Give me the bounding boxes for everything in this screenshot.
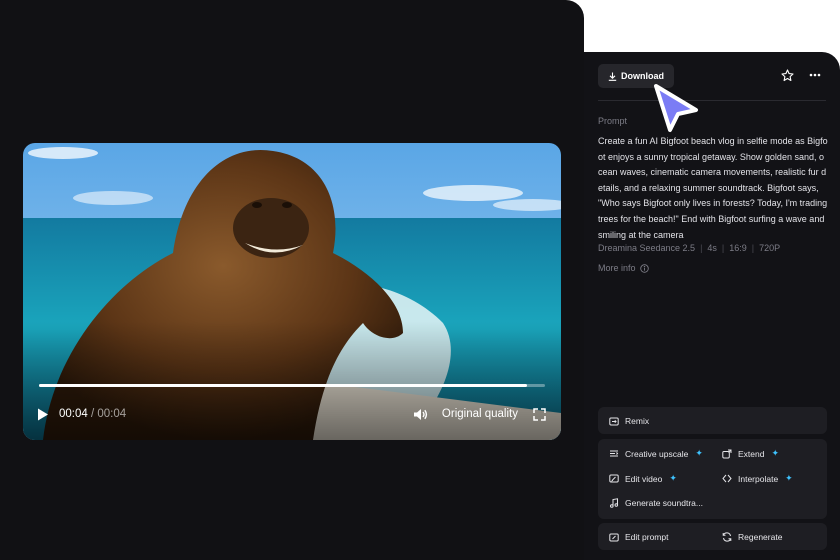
more-options-icon[interactable] bbox=[808, 68, 822, 82]
remix-icon bbox=[609, 417, 619, 425]
upscale-icon bbox=[610, 450, 619, 457]
edit-prompt-label: Edit prompt bbox=[625, 532, 669, 542]
sparkle-icon: ✦ bbox=[695, 448, 703, 458]
more-info-link[interactable]: More info bbox=[598, 263, 649, 273]
extend-icon bbox=[722, 449, 732, 458]
regenerate-button[interactable]: Regenerate bbox=[722, 532, 782, 542]
video-frame bbox=[23, 143, 561, 440]
edit-prompt-icon bbox=[609, 533, 619, 541]
header-divider bbox=[598, 100, 826, 101]
regenerate-label: Regenerate bbox=[738, 532, 783, 542]
generate-soundtrack-button[interactable]: Generate soundtra... bbox=[609, 498, 703, 508]
meta-divider: | bbox=[721, 243, 725, 253]
model-name: Dreamina Seedance 2.5 bbox=[598, 243, 696, 253]
edit-prompt-button[interactable]: Edit prompt bbox=[609, 532, 668, 542]
creative-upscale-label: Creative upscale bbox=[625, 448, 689, 459]
resolution: 720P bbox=[759, 243, 781, 253]
sparkle-icon: ✦ bbox=[785, 473, 793, 483]
interpolate-label: Interpolate bbox=[738, 473, 779, 484]
aspect-ratio: 16:9 bbox=[729, 243, 747, 253]
pointer-cursor-icon bbox=[654, 84, 698, 132]
video-panel: 00:04 / 00:04 Original quality bbox=[0, 0, 584, 560]
interpolate-button[interactable]: Interpolate ✦ bbox=[722, 473, 793, 484]
more-info-label: More info bbox=[598, 263, 636, 273]
progress-fill bbox=[39, 384, 528, 387]
creative-upscale-button[interactable]: Creative upscale ✦ bbox=[609, 448, 703, 459]
star-icon[interactable] bbox=[780, 68, 794, 82]
time-separator: / bbox=[90, 408, 95, 420]
remix-button[interactable]: Remix bbox=[609, 416, 649, 426]
time-display: 00:04 / 00:04 bbox=[59, 408, 126, 420]
edit-video-icon bbox=[609, 474, 619, 483]
extend-label: Extend bbox=[738, 448, 765, 459]
sparkle-icon: ✦ bbox=[771, 448, 780, 458]
edit-video-button[interactable]: Edit video ✦ bbox=[609, 473, 677, 484]
meta-divider: | bbox=[700, 243, 703, 253]
generate-soundtrack-label: Generate soundtra... bbox=[625, 498, 703, 508]
sparkle-icon: ✦ bbox=[669, 473, 677, 483]
duration: 4s bbox=[707, 243, 717, 253]
meta-divider: | bbox=[751, 243, 755, 253]
tools-card: Creative upscale ✦ Extend ✦ Edit video ✦… bbox=[598, 439, 827, 519]
remix-card: Remix bbox=[598, 407, 827, 434]
edit-video-label: Edit video bbox=[625, 473, 663, 484]
download-icon bbox=[608, 72, 617, 81]
extend-button[interactable]: Extend ✦ bbox=[722, 448, 779, 459]
play-icon[interactable] bbox=[37, 407, 51, 421]
generation-meta: Dreamina Seedance 2.5 | 4s | 16:9 | 720P bbox=[598, 243, 780, 253]
player-controls: 00:04 / 00:04 Original quality bbox=[37, 405, 547, 423]
prompt-text: Create a fun AI Bigfoot beach vlog in se… bbox=[598, 136, 828, 240]
info-icon bbox=[639, 263, 649, 273]
total-time: 00:04 bbox=[97, 408, 127, 420]
remix-label: Remix bbox=[625, 416, 650, 426]
music-note-icon bbox=[610, 498, 619, 508]
volume-icon[interactable] bbox=[413, 407, 428, 422]
prompt-actions-card: Edit prompt Regenerate bbox=[598, 523, 827, 550]
fullscreen-icon[interactable] bbox=[532, 407, 547, 422]
current-time: 00:04 bbox=[59, 408, 88, 420]
video-player[interactable]: 00:04 / 00:04 Original quality bbox=[23, 143, 561, 440]
interpolate-icon bbox=[722, 474, 732, 483]
regenerate-icon bbox=[722, 532, 732, 542]
prompt-label: Prompt bbox=[598, 116, 628, 126]
progress-bar[interactable] bbox=[39, 384, 545, 387]
details-panel: Download Prompt Create a fun AI Bigfoot … bbox=[584, 52, 840, 560]
quality-selector[interactable]: Original quality bbox=[442, 408, 518, 420]
